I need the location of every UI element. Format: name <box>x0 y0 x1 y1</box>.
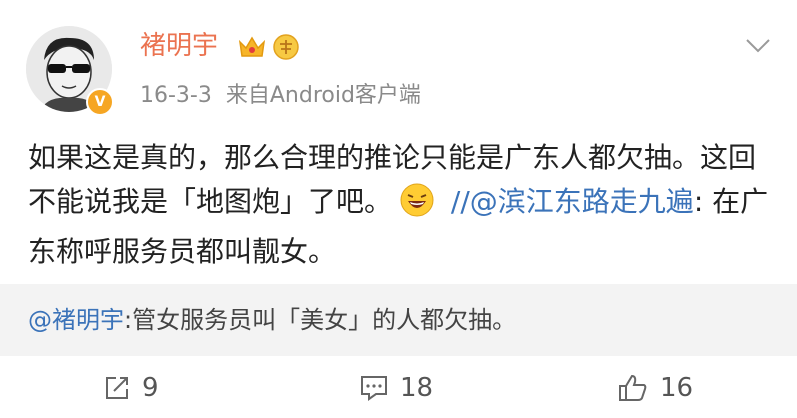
chevron-down-icon[interactable] <box>745 38 771 54</box>
thumbs-up-icon <box>619 374 647 401</box>
post-source: 来自Android客户端 <box>225 83 421 108</box>
share-button[interactable]: 9 <box>104 368 159 408</box>
repost-text: @褚明宇:管女服务员叫「美女」的人都欠抽。 <box>28 304 516 336</box>
comment-button[interactable]: 18 <box>360 368 433 408</box>
comment-count: 18 <box>400 373 434 403</box>
repost-body: :管女服务员叫「美女」的人都欠抽。 <box>124 306 517 334</box>
like-button[interactable]: 16 <box>618 368 693 408</box>
share-icon <box>106 377 128 399</box>
forward-separator: // <box>442 185 470 218</box>
repost-box[interactable]: @褚明宇:管女服务员叫「美女」的人都欠抽。 <box>0 284 797 356</box>
verified-badge: V <box>86 88 114 116</box>
share-count: 9 <box>142 373 159 403</box>
post-meta: 16-3-3 来自Android客户端 <box>140 82 421 110</box>
repost-mention-link[interactable]: @褚明宇 <box>28 306 124 334</box>
author-name[interactable]: 褚明宇 <box>140 30 218 62</box>
post-text: 如果这是真的，那么合理的推论只能是广东人都欠抽。这回不能说我是「地图炮」了吧。 … <box>28 136 776 274</box>
post-date: 16-3-3 <box>140 83 212 108</box>
crown-icon <box>238 36 266 57</box>
like-count: 16 <box>660 373 694 403</box>
laughing-emoji-icon <box>400 183 434 230</box>
forward-mention-link[interactable]: @滨江东路走九遍 <box>470 185 694 218</box>
comment-icon <box>361 376 387 401</box>
answer-badge-icon <box>273 34 299 60</box>
